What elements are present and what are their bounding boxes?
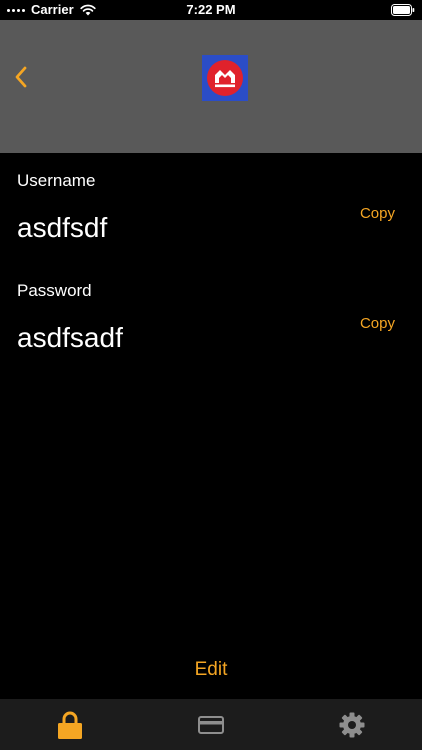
copy-password-button[interactable]: Copy — [360, 315, 395, 333]
copy-username-button[interactable]: Copy — [360, 205, 395, 223]
lock-icon — [58, 711, 83, 739]
username-label: Username — [17, 171, 96, 190]
card-icon — [198, 715, 224, 734]
tab-passwords[interactable] — [0, 699, 141, 750]
password-label: Password — [17, 281, 92, 300]
status-bar: Carrier 7:22 PM — [0, 0, 422, 20]
tab-cards[interactable] — [141, 699, 282, 750]
battery-icon — [391, 4, 415, 16]
back-button[interactable] — [6, 62, 36, 92]
bank-logo-icon — [207, 60, 243, 96]
tab-settings[interactable] — [281, 699, 422, 750]
status-time: 7:22 PM — [186, 2, 236, 17]
chevron-left-icon — [15, 66, 27, 88]
password-value: asdfsadf — [17, 322, 123, 353]
tab-bar — [0, 699, 422, 750]
screen: Carrier 7:22 PM Username asdfsdf Copy Pa… — [0, 0, 422, 750]
username-value: asdfsdf — [17, 212, 108, 243]
edit-button[interactable]: Edit — [0, 658, 422, 682]
nav-header — [0, 20, 422, 153]
gear-icon — [339, 712, 365, 737]
bank-logo — [202, 55, 248, 101]
